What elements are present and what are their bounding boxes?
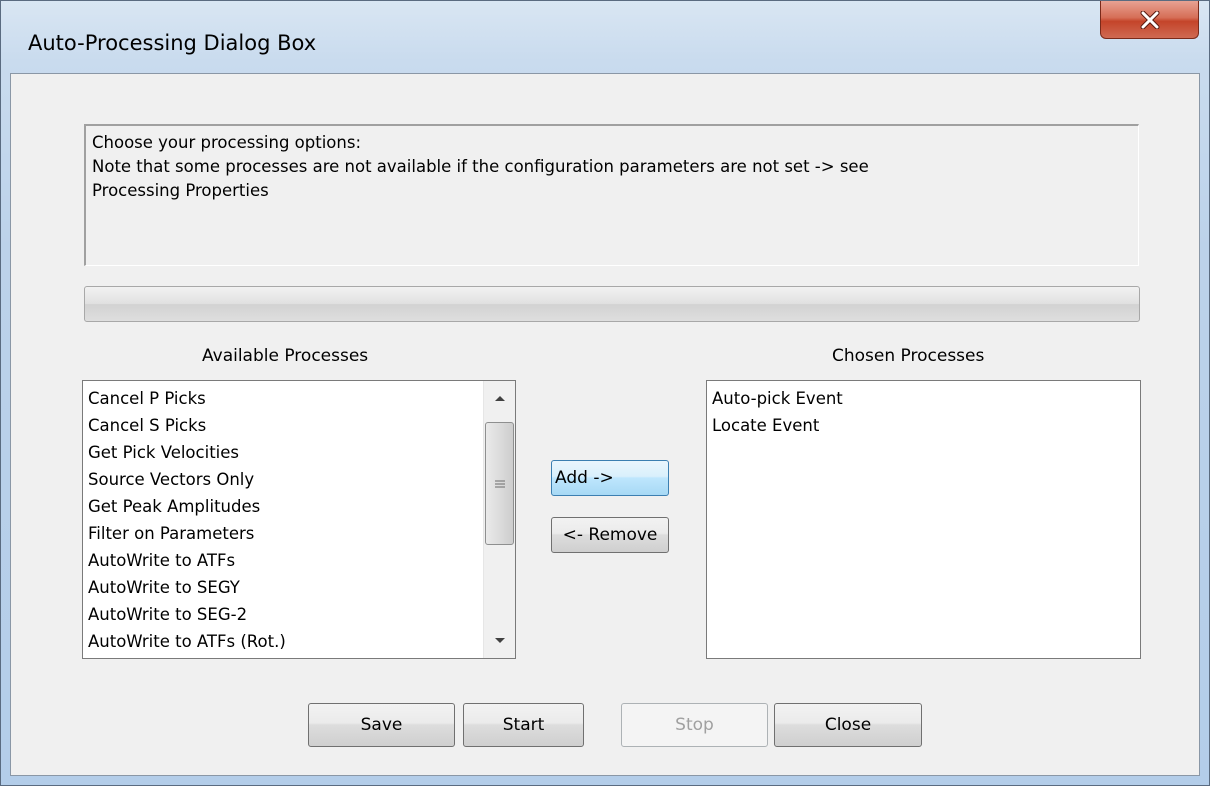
window-title: Auto-Processing Dialog Box: [28, 31, 317, 55]
stop-button: Stop: [621, 703, 768, 747]
instructions-line: Choose your processing options:: [92, 133, 362, 152]
scroll-up-arrow-icon[interactable]: [484, 383, 515, 413]
close-button[interactable]: Close: [774, 703, 922, 747]
list-item[interactable]: AutoWrite to ATFs: [83, 547, 515, 574]
remove-process-button[interactable]: <- Remove: [551, 517, 669, 553]
list-item[interactable]: Source Vectors Only: [83, 466, 515, 493]
list-item[interactable]: Get Pick Velocities: [83, 439, 515, 466]
list-item[interactable]: Cancel P Picks: [83, 385, 515, 412]
chosen-processes-list[interactable]: Auto-pick Event Locate Event: [706, 380, 1141, 659]
add-process-button[interactable]: Add ->: [551, 460, 669, 496]
start-button[interactable]: Start: [463, 703, 584, 747]
instructions-line: Processing Properties: [92, 181, 269, 200]
close-window-button[interactable]: [1100, 1, 1199, 39]
list-item[interactable]: AutoWrite to SEGY: [83, 574, 515, 601]
chosen-processes-label: Chosen Processes: [832, 346, 985, 366]
available-processes-label: Available Processes: [202, 346, 369, 366]
vertical-scrollbar[interactable]: [483, 381, 515, 658]
available-processes-list[interactable]: Cancel P Picks Cancel S Picks Get Pick V…: [82, 380, 516, 659]
instructions-text-box: Choose your processing options: Note tha…: [84, 124, 1139, 266]
list-item[interactable]: Auto-pick Event: [707, 385, 1140, 412]
save-button[interactable]: Save: [308, 703, 455, 747]
list-item[interactable]: AutoWrite to SEG-2: [83, 601, 515, 628]
scroll-down-arrow-icon[interactable]: [484, 626, 515, 656]
progress-bar: [84, 286, 1140, 322]
close-icon: [1139, 10, 1161, 29]
list-item[interactable]: AutoWrite to ATFs (Rot.): [83, 628, 515, 655]
instructions-line: Note that some processes are not availab…: [92, 157, 869, 176]
title-bar[interactable]: Auto-Processing Dialog Box: [1, 1, 1209, 73]
dialog-client-area: Choose your processing options: Note tha…: [10, 73, 1200, 776]
grip-icon: [494, 480, 505, 487]
list-item[interactable]: Get Peak Amplitudes: [83, 493, 515, 520]
scrollbar-thumb[interactable]: [485, 422, 514, 545]
list-item[interactable]: Locate Event: [707, 412, 1140, 439]
list-item[interactable]: Filter on Parameters: [83, 520, 515, 547]
list-item[interactable]: Cancel S Picks: [83, 412, 515, 439]
dialog-window: Auto-Processing Dialog Box Choose your p…: [0, 0, 1210, 786]
